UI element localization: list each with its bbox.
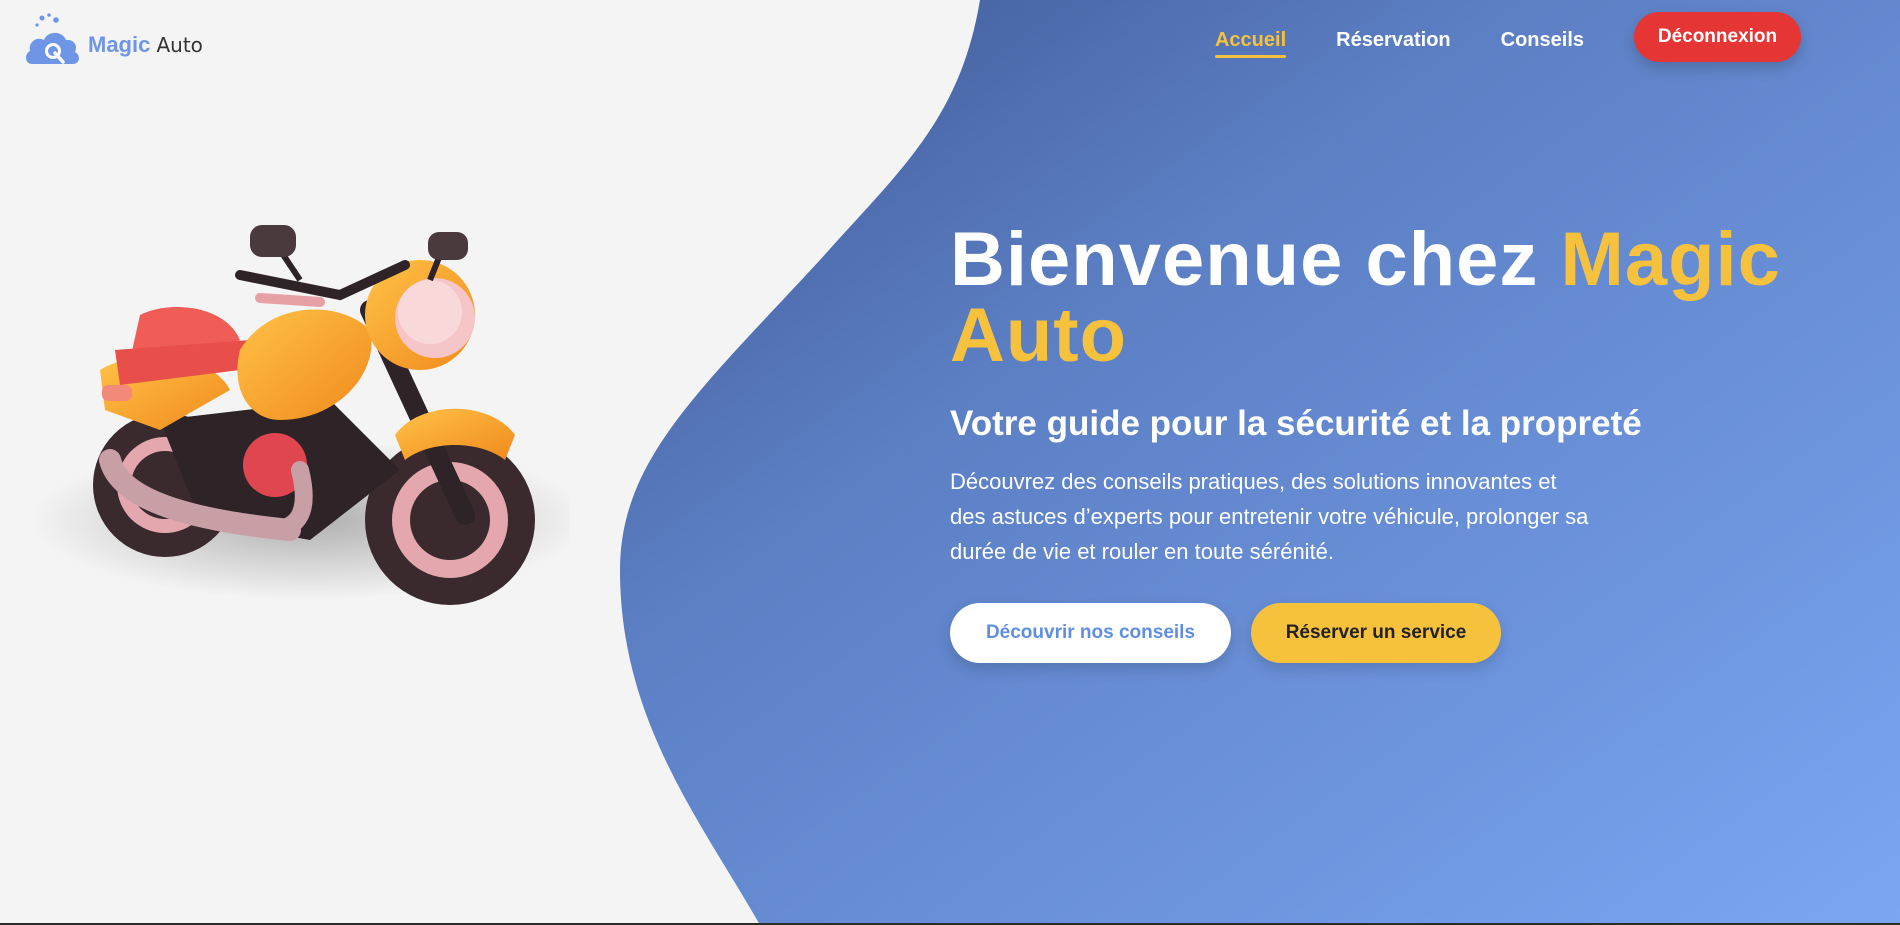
logout-button[interactable]: Déconnexion	[1634, 12, 1801, 62]
hero-section: Bienvenue chez Magic Auto Votre guide po…	[950, 222, 1880, 663]
motorcycle-illustration	[30, 225, 570, 605]
brand-name-primary: Magic	[88, 32, 151, 57]
hero-title: Bienvenue chez Magic Auto	[950, 222, 1880, 374]
discover-tips-button[interactable]: Découvrir nos conseils	[950, 603, 1231, 663]
brand-logo[interactable]: Magic Auto	[24, 12, 203, 70]
hero-title-text: Bienvenue chez	[950, 217, 1561, 302]
hero-subtitle: Votre guide pour la sécurité et la propr…	[950, 404, 1642, 443]
cloud-bubbles-logo-icon	[26, 13, 79, 64]
main-nav: Accueil Réservation Conseils Déconnexion	[1214, 12, 1801, 62]
nav-link-accueil[interactable]: Accueil	[1214, 17, 1287, 58]
home-page: Magic Auto Accueil Réservation Conseils …	[0, 0, 1900, 925]
nav-link-conseils[interactable]: Conseils	[1501, 17, 1584, 58]
brand-name: Magic Auto	[88, 32, 203, 58]
book-service-button[interactable]: Réserver un service	[1251, 603, 1501, 663]
hero-actions: Découvrir nos conseils Réserver un servi…	[950, 603, 1880, 663]
nav-link-reservation[interactable]: Réservation	[1336, 17, 1451, 58]
hero-description: Découvrez des conseils pratiques, des so…	[950, 469, 1589, 564]
brand-name-secondary: Auto	[156, 33, 203, 57]
